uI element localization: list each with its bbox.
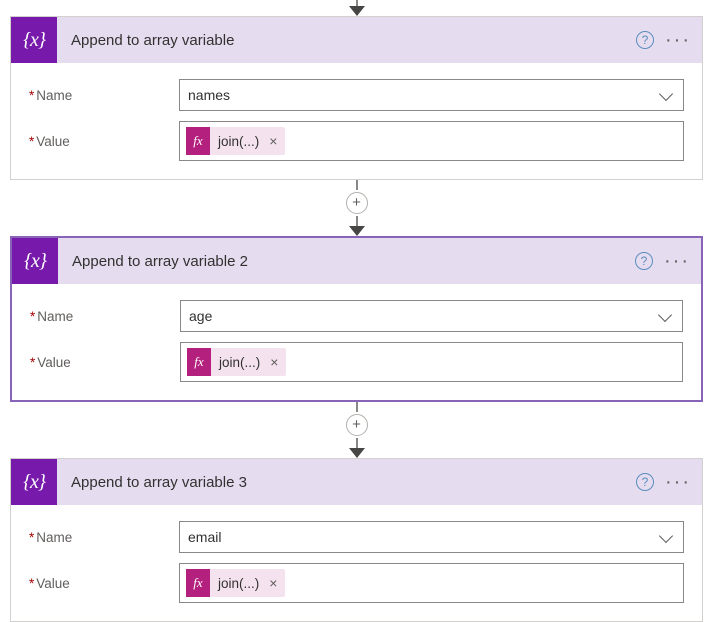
more-icon[interactable]: ··· (664, 471, 692, 494)
variable-icon: {x} (11, 17, 57, 63)
flow-connector: + (10, 180, 703, 236)
value-label: *Value (29, 134, 179, 149)
token-text: join(...) (210, 134, 267, 149)
token-text: join(...) (210, 576, 267, 591)
token-remove-button[interactable]: × (267, 133, 285, 149)
value-label: *Value (29, 576, 179, 591)
action-body: *Name age *Value fxjoin(...)× (12, 284, 701, 400)
chevron-down-icon (659, 528, 673, 542)
arrow-down-icon (349, 226, 365, 236)
action-card: {x}Append to array variable 3? ··· *Name em… (10, 458, 703, 622)
more-icon[interactable]: ··· (664, 29, 692, 52)
add-step-button[interactable]: + (346, 414, 368, 436)
arrow-down-icon (349, 448, 365, 458)
fx-icon: fx (186, 569, 210, 597)
action-body: *Name names *Value fxjoin(...)× (11, 63, 702, 179)
action-header[interactable]: {x}Append to array variable? ··· (11, 17, 702, 63)
expression-token[interactable]: fxjoin(...)× (187, 348, 286, 376)
fx-icon: fx (187, 348, 211, 376)
expression-token[interactable]: fxjoin(...)× (186, 127, 285, 155)
flow-connector: + (10, 402, 703, 458)
expression-token[interactable]: fxjoin(...)× (186, 569, 285, 597)
variable-icon: {x} (11, 459, 57, 505)
token-remove-button[interactable]: × (267, 575, 285, 591)
flow-connector (10, 0, 703, 16)
chevron-down-icon (659, 86, 673, 100)
action-card: {x}Append to array variable? ··· *Name name… (10, 16, 703, 180)
chevron-down-icon (658, 307, 672, 321)
add-step-button[interactable]: + (346, 192, 368, 214)
name-label: *Name (29, 530, 179, 545)
name-label: *Name (29, 88, 179, 103)
token-text: join(...) (211, 355, 268, 370)
action-header[interactable]: {x}Append to array variable 3? ··· (11, 459, 702, 505)
name-select[interactable]: names (179, 79, 684, 111)
action-card: {x}Append to array variable 2? ··· *Name ag… (10, 236, 703, 402)
action-title: Append to array variable 2 (58, 253, 635, 270)
name-label: *Name (30, 309, 180, 324)
more-icon[interactable]: ··· (663, 250, 691, 273)
arrow-down-icon (349, 6, 365, 16)
help-icon[interactable]: ? (636, 473, 654, 491)
value-input[interactable]: fxjoin(...)× (180, 342, 683, 382)
action-title: Append to array variable (57, 32, 636, 49)
action-title: Append to array variable 3 (57, 474, 636, 491)
help-icon[interactable]: ? (636, 31, 654, 49)
value-label: *Value (30, 355, 180, 370)
name-value: age (189, 308, 212, 324)
help-icon[interactable]: ? (635, 252, 653, 270)
variable-icon: {x} (12, 238, 58, 284)
token-remove-button[interactable]: × (268, 354, 286, 370)
action-body: *Name email *Value fxjoin(...)× (11, 505, 702, 621)
name-select[interactable]: email (179, 521, 684, 553)
value-input[interactable]: fxjoin(...)× (179, 121, 684, 161)
action-header[interactable]: {x}Append to array variable 2? ··· (12, 238, 701, 284)
name-value: names (188, 87, 230, 103)
value-input[interactable]: fxjoin(...)× (179, 563, 684, 603)
fx-icon: fx (186, 127, 210, 155)
name-select[interactable]: age (180, 300, 683, 332)
name-value: email (188, 529, 221, 545)
